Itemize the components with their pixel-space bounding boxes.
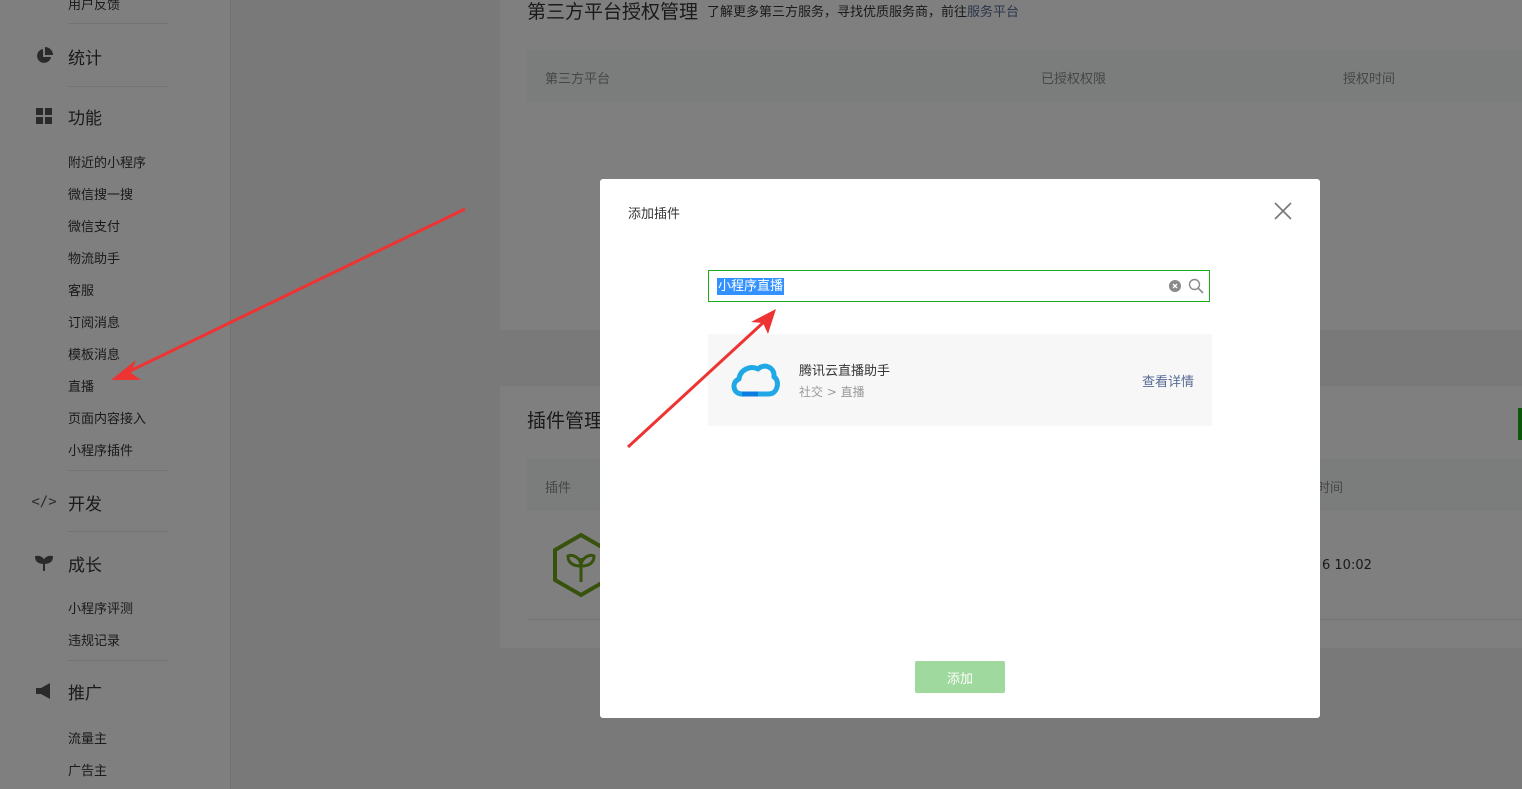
add-button[interactable]: 添加 (915, 661, 1005, 693)
plugin-category: 社交 > 直播 (799, 385, 865, 399)
plugin-name: 腾讯云直播助手 (799, 364, 891, 379)
clear-icon[interactable] (1169, 280, 1181, 292)
plugin-result-item[interactable]: 腾讯云直播助手 社交 > 直播 查看详情 (708, 334, 1212, 426)
search-selected-text: 小程序直播 (717, 278, 785, 295)
add-plugin-dialog: 添加插件 小程序直播 腾讯云直播助手 社交 > 直播 查看详情 添加 (600, 179, 1320, 718)
tencent-cloud-logo-icon (728, 358, 780, 402)
view-details-link[interactable]: 查看详情 (1142, 371, 1194, 390)
search-icon[interactable] (1188, 278, 1204, 294)
plugin-search-box: 小程序直播 (708, 270, 1210, 302)
close-icon[interactable] (1272, 200, 1294, 222)
dialog-title: 添加插件 (628, 207, 681, 222)
